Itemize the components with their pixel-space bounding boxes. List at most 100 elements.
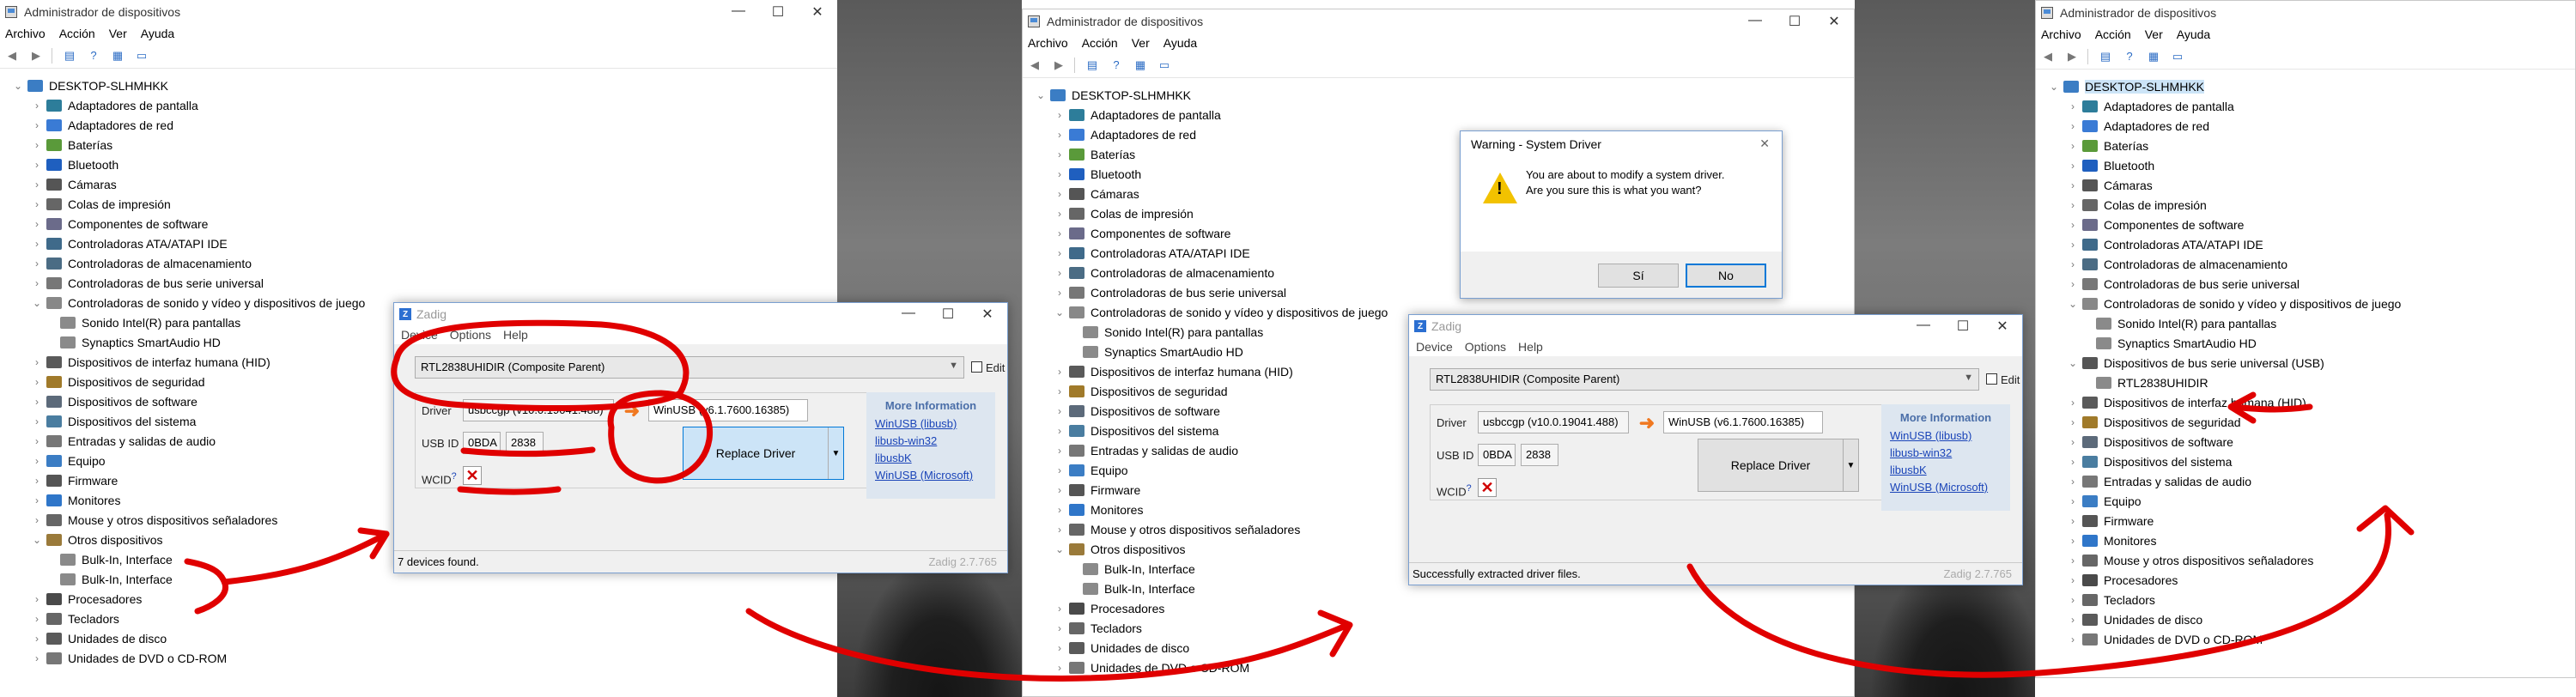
tree-category[interactable]: › Bluetooth	[2044, 155, 2575, 175]
close-icon[interactable]: ✕	[968, 306, 1007, 323]
tree-category[interactable]: › Procesadores	[2044, 570, 2575, 590]
chevron-right-icon[interactable]: ›	[2063, 160, 2082, 172]
minimize-icon[interactable]: —	[1735, 13, 1775, 30]
minimize-icon[interactable]: —	[1904, 318, 1943, 335]
link-libusbk[interactable]: libusbK	[875, 450, 987, 467]
replace-driver-button[interactable]: Replace Driver ▼	[683, 427, 844, 480]
menu-options[interactable]: Options	[450, 328, 491, 342]
chevron-right-icon[interactable]: ›	[2063, 515, 2082, 527]
chevron-right-icon[interactable]: ›	[2063, 199, 2082, 211]
minimize-icon[interactable]: —	[719, 3, 758, 21]
chevron-right-icon[interactable]: ›	[2063, 535, 2082, 547]
tree-category[interactable]: › Baterías	[9, 135, 837, 155]
no-button[interactable]: No	[1686, 264, 1766, 288]
target-driver-field[interactable]: WinUSB (v6.1.7600.16385)	[648, 399, 808, 421]
link-winusb-libusb[interactable]: WinUSB (libusb)	[875, 415, 987, 433]
chevron-right-icon[interactable]: ›	[27, 396, 46, 408]
chevron-right-icon[interactable]: ›	[27, 198, 46, 210]
chevron-right-icon[interactable]: ›	[2063, 397, 2082, 409]
tree-category[interactable]: › Componentes de software	[2044, 215, 2575, 234]
chevron-right-icon[interactable]: ›	[27, 159, 46, 171]
chevron-right-icon[interactable]: ›	[1050, 405, 1069, 417]
chevron-right-icon[interactable]: ›	[27, 356, 46, 368]
chevron-right-icon[interactable]: ›	[1050, 662, 1069, 674]
forward-icon[interactable]: ▶	[2063, 48, 2081, 65]
chevron-right-icon[interactable]: ›	[1050, 484, 1069, 496]
back-icon[interactable]: ◀	[1026, 57, 1043, 74]
properties-icon[interactable]: ▤	[61, 47, 78, 64]
tree-category[interactable]: › Controladoras de bus serie universal	[9, 273, 837, 293]
menu-ayuda[interactable]: Ayuda	[2177, 27, 2210, 41]
properties-icon[interactable]: ▤	[2097, 48, 2114, 65]
chevron-right-icon[interactable]: ›	[2063, 278, 2082, 290]
chevron-right-icon[interactable]: ›	[27, 218, 46, 230]
chevron-right-icon[interactable]: ›	[27, 238, 46, 250]
tree-category[interactable]: › Controladoras de bus serie universal	[2044, 274, 2575, 294]
tree-category[interactable]: › Dispositivos de software	[2044, 432, 2575, 452]
tree-category[interactable]: › Dispositivos del sistema	[2044, 452, 2575, 471]
back-icon[interactable]: ◀	[3, 47, 21, 64]
chevron-down-icon[interactable]: ⌄	[27, 534, 46, 546]
tree-category[interactable]: › Entradas y salidas de audio	[2044, 471, 2575, 491]
tree-category[interactable]: › Dispositivos de interfaz humana (HID)	[2044, 392, 2575, 412]
tree-category[interactable]: › Cámaras	[9, 174, 837, 194]
tree-category[interactable]: › Adaptadores de pantalla	[9, 95, 837, 115]
tree-category[interactable]: › Procesadores	[9, 589, 837, 609]
chevron-right-icon[interactable]: ›	[1050, 129, 1069, 141]
chevron-right-icon[interactable]: ›	[27, 455, 46, 467]
chevron-right-icon[interactable]: ›	[27, 475, 46, 487]
tree-category[interactable]: › Unidades de DVD o CD-ROM	[1031, 658, 1854, 677]
help-icon[interactable]: ?	[2121, 48, 2138, 65]
close-icon[interactable]: ✕	[1759, 136, 1770, 151]
update-driver-icon[interactable]: ▦	[1132, 57, 1149, 74]
tree-category[interactable]: › Bluetooth	[9, 155, 837, 174]
maximize-icon[interactable]: ☐	[1943, 318, 1983, 335]
chevron-right-icon[interactable]: ›	[2063, 436, 2082, 448]
link-winusb-libusb[interactable]: WinUSB (libusb)	[1890, 427, 2002, 445]
chevron-right-icon[interactable]: ›	[1050, 247, 1069, 259]
link-winusb-microsoft[interactable]: WinUSB (Microsoft)	[1890, 479, 2002, 496]
tree-root[interactable]: ⌄ DESKTOP-SLHMHKK	[1031, 85, 1854, 105]
properties-icon[interactable]: ▤	[1084, 57, 1101, 74]
chevron-right-icon[interactable]: ›	[2063, 179, 2082, 191]
tree-category[interactable]: › Adaptadores de pantalla	[2044, 96, 2575, 116]
tree-category[interactable]: › Tecladors	[2044, 590, 2575, 609]
chevron-down-icon[interactable]: ⌄	[9, 80, 27, 92]
chevron-right-icon[interactable]: ›	[2063, 219, 2082, 231]
chevron-right-icon[interactable]: ›	[1050, 227, 1069, 239]
link-libusb-win32[interactable]: libusb-win32	[875, 433, 987, 450]
chevron-right-icon[interactable]: ›	[1050, 366, 1069, 378]
dropdown-arrow-icon[interactable]: ▼	[1843, 439, 1858, 491]
forward-icon[interactable]: ▶	[1050, 57, 1067, 74]
chevron-right-icon[interactable]: ›	[27, 613, 46, 625]
close-icon[interactable]: ✕	[1983, 318, 2022, 335]
edit-checkbox[interactable]	[1986, 373, 1997, 385]
tree-category[interactable]: › Tecladors	[1031, 618, 1854, 638]
help-icon[interactable]: ?	[1108, 57, 1125, 74]
target-driver-field[interactable]: WinUSB (v6.1.7600.16385)	[1663, 411, 1823, 433]
tree-category[interactable]: › Procesadores	[1031, 598, 1854, 618]
chevron-right-icon[interactable]: ›	[2063, 574, 2082, 586]
chevron-right-icon[interactable]: ›	[27, 376, 46, 388]
tree-category[interactable]: › Controladoras de almacenamiento	[2044, 254, 2575, 274]
chevron-right-icon[interactable]: ›	[1050, 642, 1069, 654]
menu-help[interactable]: Help	[503, 328, 528, 342]
tree-category[interactable]: › Cámaras	[2044, 175, 2575, 195]
chevron-right-icon[interactable]: ›	[27, 435, 46, 447]
dropdown-arrow-icon[interactable]: ▼	[828, 427, 843, 479]
chevron-right-icon[interactable]: ›	[27, 277, 46, 289]
chevron-right-icon[interactable]: ›	[2063, 633, 2082, 645]
back-icon[interactable]: ◀	[2039, 48, 2057, 65]
menu-ayuda[interactable]: Ayuda	[141, 27, 174, 40]
chevron-down-icon[interactable]: ⌄	[2063, 298, 2082, 310]
tree-category[interactable]: ⌄ Controladoras de sonido y vídeo y dispo…	[2044, 294, 2575, 313]
chevron-right-icon[interactable]: ›	[2063, 456, 2082, 468]
tree-device[interactable]: RTL2838UHIDIR	[2044, 373, 2575, 392]
tree-category[interactable]: › Unidades de disco	[9, 628, 837, 648]
chevron-right-icon[interactable]: ›	[1050, 267, 1069, 279]
chevron-right-icon[interactable]: ›	[1050, 524, 1069, 536]
chevron-right-icon[interactable]: ›	[2063, 476, 2082, 488]
link-winusb-microsoft[interactable]: WinUSB (Microsoft)	[875, 467, 987, 484]
chevron-right-icon[interactable]: ›	[1050, 445, 1069, 457]
menu-accion[interactable]: Acción	[1082, 36, 1118, 50]
